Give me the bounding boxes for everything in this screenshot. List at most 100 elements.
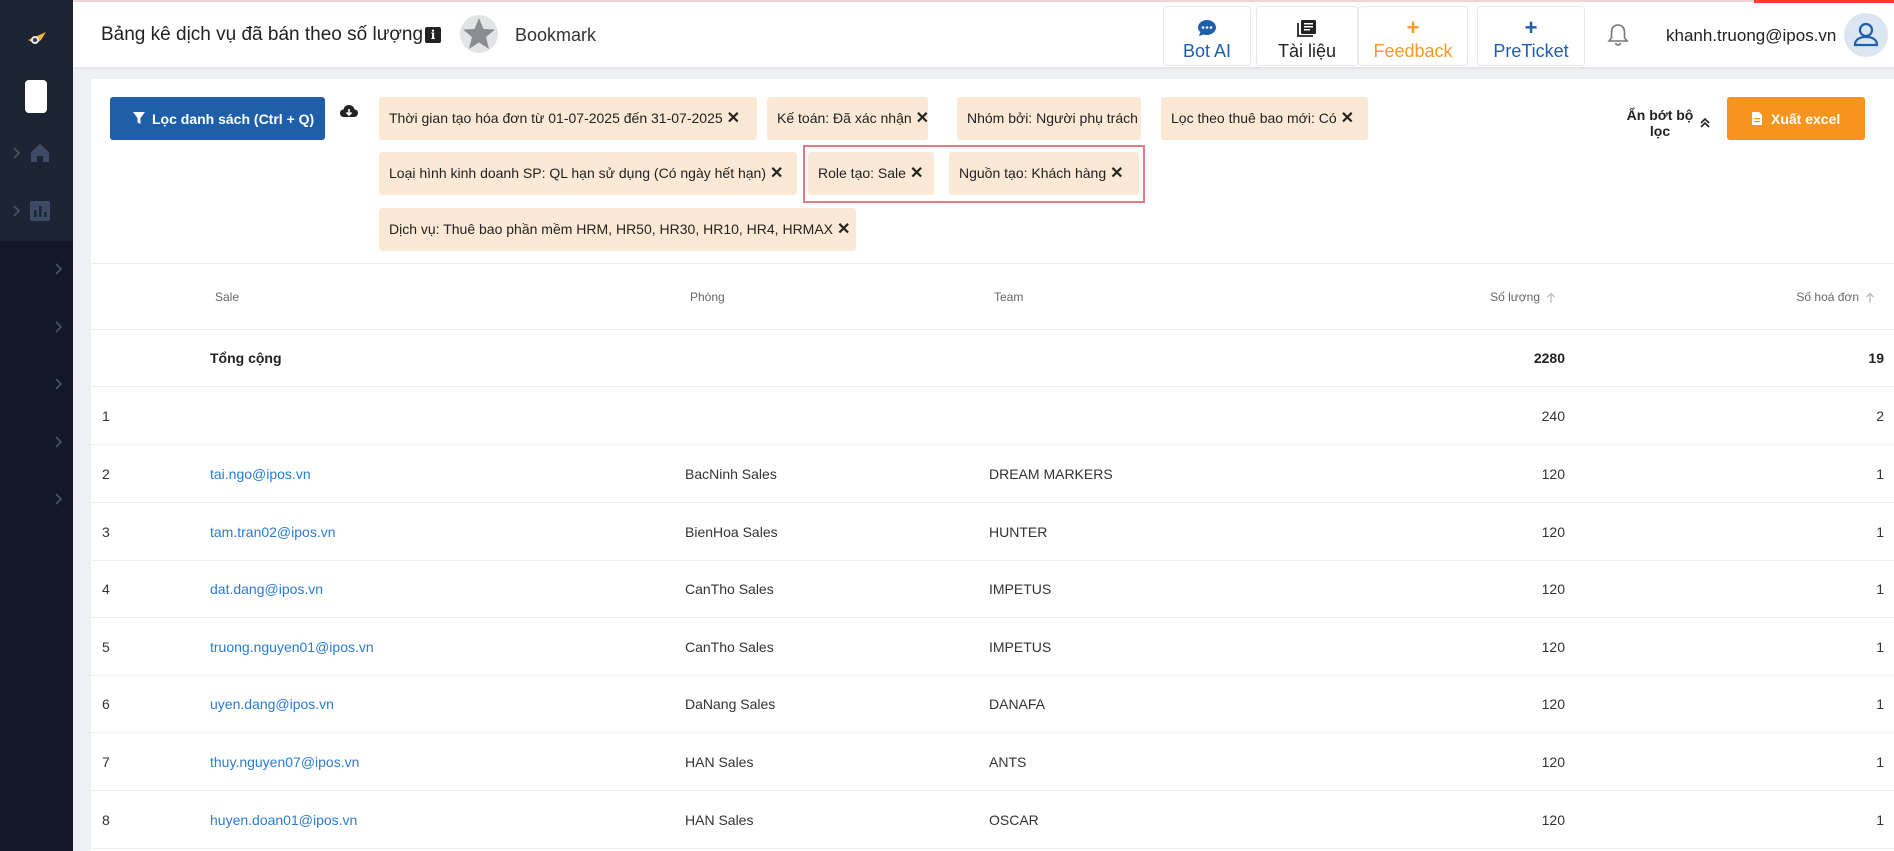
chevron-right-icon[interactable] [53, 435, 63, 449]
table-row[interactable]: 8 huyen.doan01@ipos.vn HAN Sales OSCAR 1… [91, 792, 1894, 849]
row-sale-link[interactable]: tam.tran02@ipos.vn [210, 504, 336, 561]
row-qty: 120 [1541, 812, 1565, 828]
filter-chip-label: Dịch vụ: Thuê bao phần mềm HRM, HR50, HR… [389, 221, 834, 237]
row-qty: 120 [1541, 581, 1565, 597]
chevron-right-icon[interactable] [53, 320, 63, 334]
row-phong: HAN Sales [685, 812, 754, 828]
filter-chip-accounting[interactable]: Kế toán: Đã xác nhận ✕ [767, 97, 929, 140]
table-header: Sale Phòng Team Số lượng Số hoá đơn [91, 264, 1894, 330]
docs-button[interactable]: Tài liệu [1256, 6, 1358, 66]
plus-icon: + [1524, 15, 1538, 40]
filter-chip-new-subscription[interactable]: Lọc theo thuê bao mới: Có ✕ [1161, 97, 1368, 140]
chevron-right-icon[interactable] [53, 262, 63, 276]
user-email[interactable]: khanh.truong@ipos.vn [1666, 26, 1836, 46]
star-icon[interactable] [459, 14, 499, 54]
row-team: DANAFA [989, 696, 1046, 712]
row-index: 8 [102, 812, 110, 828]
filter-chip-label: Thời gian tạo hóa đơn từ 01-07-2025 đến … [389, 110, 723, 126]
column-header-qty[interactable]: Số lượng [1291, 264, 1556, 330]
table-row[interactable]: 2 tai.ngo@ipos.vn BacNinh Sales DREAM MA… [91, 446, 1894, 503]
chart-icon [30, 201, 50, 221]
row-sale-link[interactable]: tai.ngo@ipos.vn [210, 446, 311, 503]
row-index: 3 [102, 524, 110, 540]
filter-chip-group-by[interactable]: Nhóm bởi: Người phụ trách [957, 97, 1141, 140]
table-row[interactable]: 1 240 2 [91, 388, 1894, 445]
filter-chip-label: Lọc theo thuê bao mới: Có [1171, 110, 1337, 126]
column-header-team[interactable]: Team [994, 264, 1023, 330]
row-sale-link[interactable]: truong.nguyen01@ipos.vn [210, 619, 374, 676]
row-qty: 120 [1541, 754, 1565, 770]
table-row[interactable]: 4 dat.dang@ipos.vn CanTho Sales IMPETUS … [91, 561, 1894, 618]
bot-ai-button[interactable]: Bot AI [1163, 6, 1251, 66]
feedback-label: Feedback [1373, 41, 1453, 61]
column-header-sale[interactable]: Sale [215, 264, 239, 330]
close-icon[interactable]: ✕ [727, 97, 740, 140]
info-icon[interactable]: i [425, 27, 441, 43]
row-index: 4 [102, 581, 110, 597]
table-row[interactable]: 6 uyen.dang@ipos.vn DaNang Sales DANAFA … [91, 676, 1894, 733]
row-index: 1 [102, 408, 110, 424]
filter-chip-service[interactable]: Dịch vụ: Thuê bao phần mềm HRM, HR50, HR… [379, 208, 856, 251]
row-qty: 120 [1541, 696, 1565, 712]
close-icon[interactable]: ✕ [837, 208, 850, 251]
logo-icon[interactable] [24, 26, 50, 50]
close-icon[interactable]: ✕ [770, 152, 783, 195]
row-index: 6 [102, 696, 110, 712]
column-header-invoices[interactable]: Số hoá đơn [1591, 264, 1875, 330]
feedback-button[interactable]: + Feedback [1358, 6, 1468, 66]
book-icon [1297, 20, 1316, 37]
row-invoices: 1 [1876, 639, 1884, 655]
plus-icon: + [1406, 15, 1420, 40]
bell-icon[interactable] [1605, 22, 1631, 48]
sidebar-item-reports[interactable] [0, 196, 73, 226]
total-qty: 2280 [1533, 350, 1565, 366]
sort-arrow-icon[interactable] [1865, 292, 1875, 304]
cloud-download-icon[interactable] [339, 103, 359, 121]
row-qty: 120 [1541, 466, 1565, 482]
docs-label: Tài liệu [1277, 41, 1337, 61]
total-label: Tổng cộng [210, 350, 282, 366]
sidebar-item-home[interactable] [0, 138, 73, 168]
close-icon[interactable]: ✕ [1341, 97, 1354, 140]
row-invoices: 1 [1876, 812, 1884, 828]
preticket-label: PreTicket [1493, 41, 1569, 61]
collapse-filters-toggle[interactable]: Ẩn bớt bộ lọc [1620, 107, 1700, 139]
bookmark-label[interactable]: Bookmark [515, 25, 596, 46]
row-team: HUNTER [989, 524, 1048, 540]
column-header-phong[interactable]: Phòng [690, 264, 725, 330]
row-team: DREAM MARKERS [989, 466, 1113, 482]
sidebar [0, 0, 73, 851]
row-phong: CanTho Sales [685, 639, 774, 655]
export-excel-button[interactable]: Xuất excel [1727, 97, 1865, 140]
filter-icon [133, 112, 145, 124]
table-row[interactable]: 5 truong.nguyen01@ipos.vn CanTho Sales I… [91, 619, 1894, 676]
bot-ai-label: Bot AI [1182, 41, 1232, 61]
filter-chip-invoice-date[interactable]: Thời gian tạo hóa đơn từ 01-07-2025 đến … [379, 97, 757, 140]
row-index: 5 [102, 639, 110, 655]
avatar[interactable] [1844, 13, 1888, 57]
close-icon[interactable]: ✕ [916, 97, 929, 140]
filter-chip-label: Kế toán: Đã xác nhận [777, 110, 912, 126]
column-header-invoices-label: Số hoá đơn [1796, 290, 1859, 304]
row-phong: DaNang Sales [685, 696, 776, 712]
row-sale-link[interactable]: thuy.nguyen07@ipos.vn [210, 734, 359, 791]
filter-chip-label: Loại hình kinh doanh SP: QL hạn sử dụng … [389, 165, 767, 181]
chevron-right-icon[interactable] [53, 377, 63, 391]
row-sale-link[interactable]: huyen.doan01@ipos.vn [210, 792, 357, 849]
table-row[interactable]: 7 thuy.nguyen07@ipos.vn HAN Sales ANTS 1… [91, 734, 1894, 791]
sort-arrow-icon[interactable] [1546, 292, 1556, 304]
filter-chip-business-type[interactable]: Loại hình kinh doanh SP: QL hạn sử dụng … [379, 152, 797, 195]
filter-list-button[interactable]: Lọc danh sách (Ctrl + Q) [110, 97, 325, 140]
table-row[interactable]: 3 tam.tran02@ipos.vn BienHoa Sales HUNTE… [91, 504, 1894, 561]
preticket-button[interactable]: + PreTicket [1477, 6, 1585, 66]
chevron-right-icon[interactable] [53, 492, 63, 506]
sidebar-toggle[interactable] [25, 80, 47, 113]
row-qty: 120 [1541, 524, 1565, 540]
row-invoices: 1 [1876, 466, 1884, 482]
highlight-annotation [803, 145, 1145, 203]
row-sale-link[interactable]: dat.dang@ipos.vn [210, 561, 323, 618]
row-qty: 240 [1541, 408, 1565, 424]
row-sale-link[interactable]: uyen.dang@ipos.vn [210, 676, 334, 733]
double-chevron-up-icon[interactable] [1699, 117, 1711, 129]
page-title: Bảng kê dịch vụ đã bán theo số lượng [101, 24, 424, 45]
